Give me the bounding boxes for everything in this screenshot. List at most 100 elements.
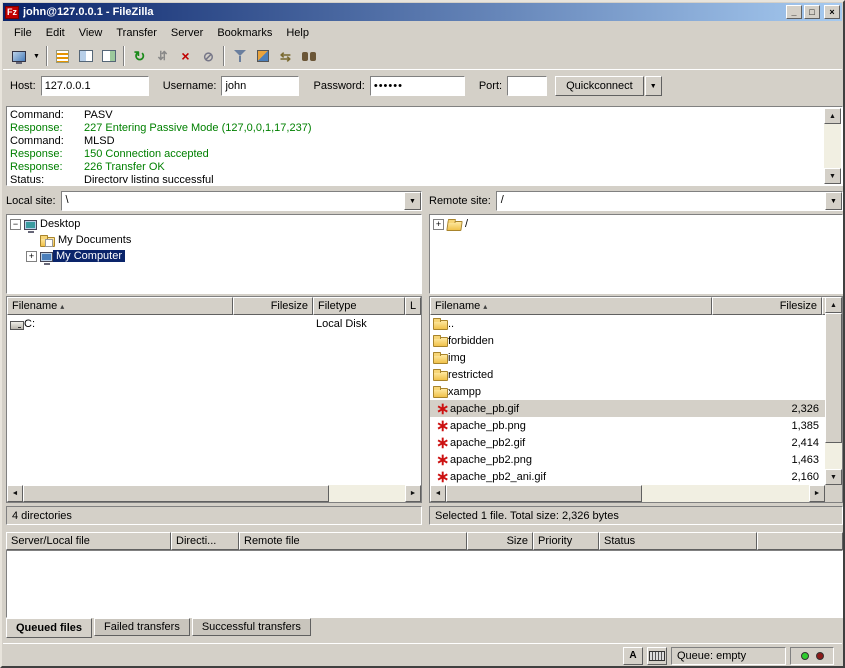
tab-queued-files[interactable]: Queued files (6, 618, 92, 638)
tree-item-my-computer[interactable]: +My Computer (7, 248, 421, 264)
file-row[interactable]: .. (430, 315, 825, 332)
tree-item-my-documents[interactable]: My Documents (7, 232, 421, 248)
file-row[interactable]: apache_pb2_ani.gif2,160 (430, 468, 825, 485)
log-lines: Command:PASVResponse:227 Entering Passiv… (10, 109, 822, 183)
file-row[interactable]: apache_pb2.gif2,414 (430, 434, 825, 451)
scroll-left-button[interactable]: ◄ (430, 485, 446, 502)
local-site-combo[interactable]: \ ▼ (61, 191, 422, 211)
remote-hscrollbar[interactable]: ◄ ► (430, 485, 825, 502)
file-row[interactable]: C:Local Disk (7, 315, 421, 332)
column-header-filename[interactable]: Filename▴ (430, 297, 712, 315)
keyboard-indicator[interactable] (647, 647, 667, 665)
menu-help[interactable]: Help (279, 24, 316, 42)
local-list-body[interactable]: C:Local Disk (7, 315, 421, 485)
tree-item-item[interactable]: +/ (430, 216, 842, 232)
tree-item-desktop[interactable]: −Desktop (7, 216, 421, 232)
expand-icon[interactable]: + (26, 251, 37, 262)
scroll-right-icon: ► (410, 490, 417, 497)
tab-failed-transfers[interactable]: Failed transfers (94, 618, 190, 636)
close-button[interactable]: × (824, 5, 840, 19)
password-input[interactable] (370, 76, 465, 96)
scrollbar-thumb[interactable] (825, 313, 842, 443)
file-row[interactable]: apache_pb2.png1,463 (430, 451, 825, 468)
file-row[interactable]: restricted (430, 366, 825, 383)
filter-button[interactable] (228, 45, 251, 67)
menu-file[interactable]: File (7, 24, 39, 42)
scroll-left-button[interactable]: ◄ (7, 485, 23, 502)
file-size-cell (712, 366, 822, 383)
sync-browse-button[interactable]: ⇆ (274, 45, 297, 67)
file-row[interactable]: forbidden (430, 332, 825, 349)
column-header-filesize[interactable]: Filesize (712, 297, 822, 315)
data-type-indicator[interactable]: A (623, 647, 643, 665)
file-row[interactable]: img (430, 349, 825, 366)
column-header-server-local-file[interactable]: Server/Local file (6, 532, 171, 550)
site-manager-button[interactable] (7, 45, 30, 67)
local-tree[interactable]: −DesktopMy Documents+My Computer (6, 214, 422, 294)
cancel-button[interactable]: × (174, 45, 197, 67)
local-hscrollbar[interactable]: ◄ ► (7, 485, 421, 502)
remote-list-body[interactable]: ..forbidden img restrictedxamppapache_pb.g… (430, 315, 825, 485)
titlebar[interactable]: Fz john@127.0.0.1 - FileZilla _ □ × (3, 3, 842, 21)
host-input[interactable] (41, 76, 149, 96)
menu-view[interactable]: View (72, 24, 110, 42)
scroll-down-button[interactable]: ▼ (825, 469, 842, 485)
message-log[interactable]: Command:PASVResponse:227 Entering Passiv… (6, 106, 843, 186)
column-header-priority[interactable]: Priority (533, 532, 599, 550)
menu-transfer[interactable]: Transfer (109, 24, 164, 42)
column-header-filename[interactable]: Filename▴ (7, 297, 233, 315)
file-row[interactable]: apache_pb.gif2,326 (430, 400, 825, 417)
local-status: 4 directories (6, 506, 422, 525)
log-prefix: Status: (10, 174, 84, 183)
remote-site-dropdown-button[interactable]: ▼ (825, 192, 842, 210)
file-name: img (448, 352, 466, 364)
toggle-log-button[interactable] (51, 45, 74, 67)
scrollbar-thumb[interactable] (23, 485, 329, 502)
quickconnect-dropdown-button[interactable]: ▼ (645, 76, 662, 96)
toggle-remote-tree-button[interactable] (97, 45, 120, 67)
username-input[interactable] (221, 76, 299, 96)
port-input[interactable] (507, 76, 547, 96)
column-header-l[interactable]: L (405, 297, 421, 315)
log-message: PASV (84, 109, 113, 121)
file-name-cell: apache_pb2.gif (430, 434, 712, 451)
file-row[interactable]: apache_pb.png1,385 (430, 417, 825, 434)
local-site-dropdown-button[interactable]: ▼ (404, 192, 421, 210)
collapse-icon[interactable]: − (10, 219, 21, 230)
maximize-button[interactable]: □ (804, 5, 820, 19)
scrollbar-thumb[interactable] (446, 485, 642, 502)
tab-successful-transfers[interactable]: Successful transfers (192, 618, 311, 636)
menu-bookmarks[interactable]: Bookmarks (210, 24, 279, 42)
refresh-button[interactable]: ↻ (128, 45, 151, 67)
remote-file-list[interactable]: Filename▴Filesize ..forbidden img restrict… (429, 296, 843, 503)
column-header-remote-file[interactable]: Remote file (239, 532, 467, 550)
quickconnect-button[interactable]: Quickconnect (555, 76, 644, 96)
remote-tree[interactable]: +/ (429, 214, 843, 294)
column-header-status[interactable]: Status (599, 532, 757, 550)
find-button[interactable] (297, 45, 320, 67)
process-queue-button[interactable]: ⇵ (151, 45, 174, 67)
local-file-list[interactable]: Filename▴FilesizeFiletypeL C:Local Disk … (6, 296, 422, 503)
queue-list[interactable] (6, 550, 843, 618)
file-row[interactable]: xampp (430, 383, 825, 400)
column-header-directi[interactable]: Directi... (171, 532, 239, 550)
log-scrollbar[interactable]: ▲ ▼ (824, 108, 841, 184)
scroll-right-button[interactable]: ► (405, 485, 421, 502)
remote-vscrollbar[interactable]: ▲ ▼ (825, 297, 842, 485)
scroll-right-button[interactable]: ► (809, 485, 825, 502)
scroll-up-button[interactable]: ▲ (824, 108, 841, 124)
menu-edit[interactable]: Edit (39, 24, 72, 42)
menu-server[interactable]: Server (164, 24, 210, 42)
column-header-filesize[interactable]: Filesize (233, 297, 313, 315)
compare-button[interactable] (251, 45, 274, 67)
scroll-down-button[interactable]: ▼ (824, 168, 841, 184)
column-header-size[interactable]: Size (467, 532, 533, 550)
remote-site-combo[interactable]: / ▼ (496, 191, 843, 211)
column-header-filetype[interactable]: Filetype (313, 297, 405, 315)
dropdown-arrow-button[interactable]: ▼ (30, 45, 43, 67)
expand-icon[interactable]: + (433, 219, 444, 230)
toggle-local-tree-button[interactable] (74, 45, 97, 67)
scroll-up-button[interactable]: ▲ (825, 297, 842, 313)
minimize-button[interactable]: _ (786, 5, 802, 19)
disconnect-button[interactable]: ⊘ (197, 45, 220, 67)
